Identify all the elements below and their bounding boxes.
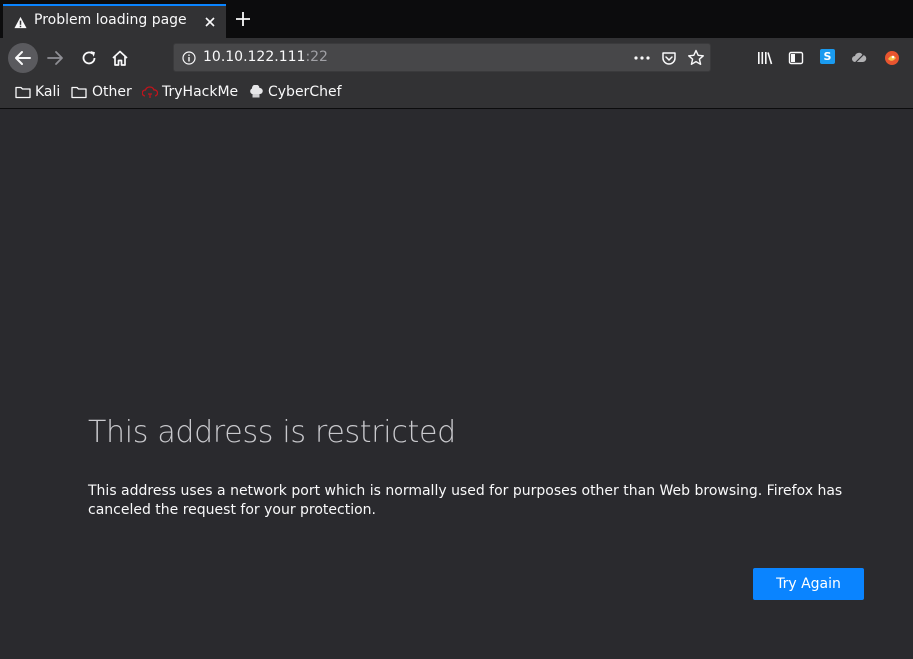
page-actions-icon[interactable] [633, 50, 651, 66]
warning-icon [14, 16, 27, 29]
url-host: 10.10.122.111 [203, 49, 306, 65]
chef-hat-icon [250, 85, 263, 98]
home-icon[interactable] [111, 49, 129, 67]
forward-arrow-icon[interactable] [46, 49, 64, 67]
new-tab-icon[interactable] [235, 11, 251, 27]
url-bar[interactable]: 10.10.122.111:22 [173, 43, 711, 72]
error-page: This address is restricted This address … [0, 109, 913, 659]
bookmark-label: Kali [35, 84, 61, 100]
tab-problem-loading[interactable]: Problem loading page [3, 4, 226, 38]
back-arrow-icon [15, 51, 31, 65]
url-port: :22 [305, 49, 328, 65]
sidebar-icon[interactable] [788, 50, 804, 66]
folder-icon [15, 86, 31, 99]
bookmarks-toolbar: Kali Other TryHackMe CyberChef [0, 78, 913, 109]
back-button[interactable] [8, 43, 38, 73]
try-again-button[interactable]: Try Again [753, 568, 864, 600]
url-text[interactable]: 10.10.122.111:22 [203, 49, 328, 65]
reload-icon[interactable] [80, 49, 98, 67]
cloud-extension-icon[interactable] [851, 50, 867, 66]
bookmark-label: Other [92, 84, 132, 100]
tryhackme-icon [142, 86, 158, 98]
tab-strip: Problem loading page [0, 0, 913, 38]
fox-extension-icon[interactable] [884, 50, 900, 66]
browser-window: Problem loading page 10.10.122.111:22 S … [0, 0, 913, 659]
folder-icon [71, 86, 87, 99]
tab-title: Problem loading page [34, 12, 187, 28]
close-tab-icon[interactable] [203, 15, 217, 29]
error-description: This address uses a network port which i… [88, 483, 843, 518]
s-extension-icon[interactable]: S [820, 49, 835, 64]
info-icon[interactable] [182, 51, 196, 65]
bookmark-label: CyberChef [268, 84, 342, 100]
library-icon[interactable] [757, 50, 773, 66]
bookmark-label: TryHackMe [162, 84, 239, 100]
pocket-icon[interactable] [661, 50, 677, 66]
error-title: This address is restricted [88, 415, 456, 450]
bookmark-star-icon[interactable] [687, 49, 705, 67]
navigation-toolbar: 10.10.122.111:22 S [0, 38, 913, 78]
